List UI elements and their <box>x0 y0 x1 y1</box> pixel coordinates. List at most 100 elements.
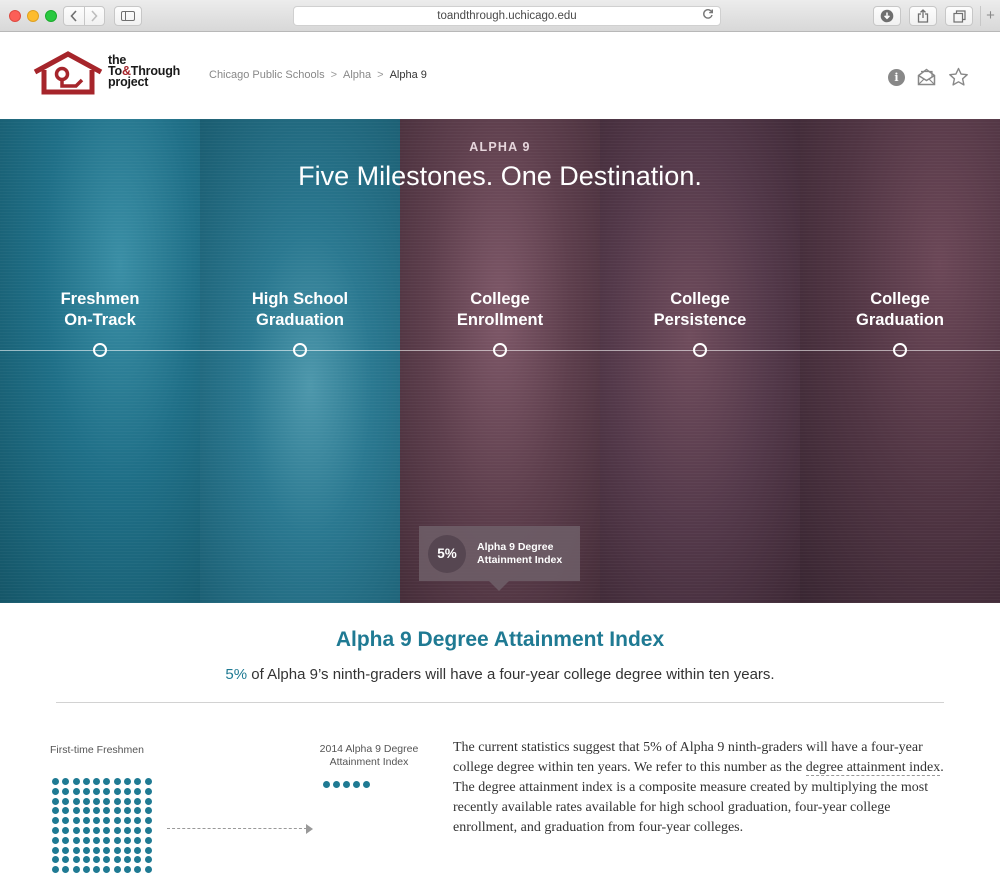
freshman-dot <box>113 817 121 825</box>
milestone-college-enrollment[interactable]: College Enrollment <box>400 289 600 331</box>
url-text: toandthrough.uchicago.edu <box>437 10 577 22</box>
attainment-index-badge[interactable]: 5% Alpha 9 Degree Attainment Index <box>419 526 580 591</box>
freshman-dot <box>62 836 70 844</box>
index-dot <box>333 781 340 788</box>
breadcrumb-separator: > <box>330 69 338 81</box>
milestone-freshmen-on-track[interactable]: Freshmen On-Track <box>0 289 200 331</box>
freshman-dot <box>103 797 111 805</box>
share-button[interactable] <box>909 6 937 26</box>
freshmen-label: First-time Freshmen <box>50 744 144 756</box>
freshman-dot <box>93 807 101 815</box>
minimize-window-button[interactable] <box>27 10 39 22</box>
freshman-dot <box>62 778 70 785</box>
freshman-dot <box>103 826 111 834</box>
freshman-dot <box>62 787 70 795</box>
index-dot <box>323 781 330 788</box>
freshman-dot <box>124 817 132 825</box>
freshman-dot <box>144 817 152 825</box>
logo-wordmark: the To&Through project <box>108 54 180 89</box>
flow-arrow-head <box>306 824 313 834</box>
freshman-dot <box>144 778 152 785</box>
timeline-node-graduation[interactable] <box>893 343 907 357</box>
logo-line-3: project <box>108 75 149 89</box>
freshman-dot <box>134 826 142 834</box>
freshman-dot <box>72 866 80 874</box>
timeline-node-enrollment[interactable] <box>493 343 507 357</box>
show-tabs-button[interactable] <box>945 6 973 26</box>
flow-arrow-line <box>167 828 307 829</box>
milestone-college-persistence[interactable]: College Persistence <box>600 289 800 331</box>
freshman-dot <box>52 797 59 805</box>
zoom-window-button[interactable] <box>45 10 57 22</box>
freshman-dot <box>62 817 70 825</box>
reload-icon[interactable] <box>702 8 714 23</box>
freshman-dot <box>62 856 70 864</box>
history-nav <box>63 6 105 26</box>
freshman-dot <box>134 817 142 825</box>
header-actions: i <box>888 67 969 87</box>
sidebar-toggle-button[interactable] <box>114 6 142 26</box>
breadcrumb-cps[interactable]: Chicago Public Schools <box>209 69 325 81</box>
freshman-dot <box>103 846 111 854</box>
freshman-dot <box>124 846 132 854</box>
freshman-dot <box>113 826 121 834</box>
freshman-dot <box>52 826 59 834</box>
freshman-dot <box>93 866 101 874</box>
freshman-dot <box>113 807 121 815</box>
freshman-dot <box>93 846 101 854</box>
freshman-dot <box>113 787 121 795</box>
freshman-dot <box>124 866 132 874</box>
freshman-dot <box>72 797 80 805</box>
freshman-dot <box>72 807 80 815</box>
freshman-dot <box>103 778 111 785</box>
degree-attainment-index-link[interactable]: degree attainment index <box>805 760 941 776</box>
freshman-dot <box>113 778 121 785</box>
freshman-dot <box>103 866 111 874</box>
timeline-node-freshmen[interactable] <box>93 343 107 357</box>
downloads-button[interactable] <box>873 6 901 26</box>
freshman-dot <box>52 807 59 815</box>
freshman-dot <box>134 846 142 854</box>
freshman-dot <box>93 817 101 825</box>
freshman-dot <box>72 826 80 834</box>
new-tab-button[interactable]: + <box>980 6 1000 26</box>
breadcrumb-alpha[interactable]: Alpha <box>343 69 371 81</box>
breadcrumb-current: Alpha 9 <box>389 69 427 81</box>
attainment-summary: 5% of Alpha 9’s ninth-graders will have … <box>225 666 775 683</box>
hero-school-label: ALPHA 9 <box>469 140 531 154</box>
freshmen-dot-grid <box>52 778 156 874</box>
freshman-dot <box>124 797 132 805</box>
download-icon <box>880 9 894 23</box>
address-bar[interactable]: toandthrough.uchicago.edu <box>293 6 721 26</box>
freshman-dot <box>93 836 101 844</box>
index-dot <box>353 781 360 788</box>
freshman-dot <box>103 807 111 815</box>
freshman-dot <box>93 856 101 864</box>
freshman-dot <box>134 787 142 795</box>
milestone-hs-graduation[interactable]: High School Graduation <box>200 289 400 331</box>
sidebar-icon <box>121 11 135 21</box>
freshman-dot <box>82 787 90 795</box>
close-window-button[interactable] <box>9 10 21 22</box>
to-and-through-logo[interactable]: the To&Through project <box>32 50 180 96</box>
star-icon[interactable] <box>948 67 969 87</box>
freshman-dot <box>72 846 80 854</box>
freshman-dot <box>144 797 152 805</box>
forward-icon[interactable] <box>83 7 104 25</box>
info-icon[interactable]: i <box>888 68 905 86</box>
milestone-college-graduation[interactable]: College Graduation <box>800 289 1000 331</box>
freshman-dot <box>62 826 70 834</box>
browser-toolbar: toandthrough.uchicago.edu + <box>0 0 1000 32</box>
mail-icon[interactable] <box>917 68 936 86</box>
timeline-node-persistence[interactable] <box>693 343 707 357</box>
freshman-dot <box>82 866 90 874</box>
freshman-dot <box>52 787 59 795</box>
freshman-dot <box>62 807 70 815</box>
section-divider <box>56 702 944 703</box>
back-icon[interactable] <box>64 7 84 25</box>
breadcrumb: Chicago Public Schools > Alpha > Alpha 9 <box>209 69 427 81</box>
freshman-dot <box>134 856 142 864</box>
freshman-dot <box>82 836 90 844</box>
freshman-dot <box>113 856 121 864</box>
timeline-node-hs-graduation[interactable] <box>293 343 307 357</box>
